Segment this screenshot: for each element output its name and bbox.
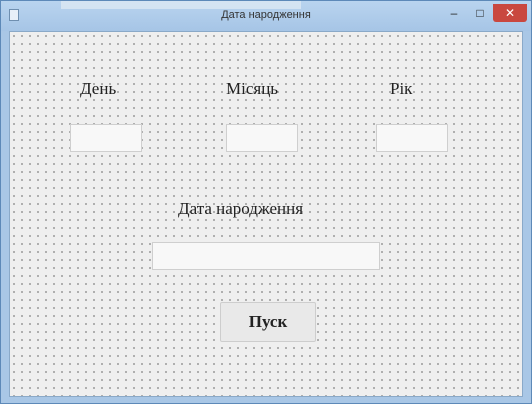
- minimize-button[interactable]: –: [441, 4, 467, 22]
- title-bar[interactable]: Дата народження – □ ✕: [1, 1, 531, 31]
- day-label: День: [80, 79, 117, 98]
- form-client-area: День Місяць Рік Дата народження Пуск: [9, 31, 523, 397]
- maximize-button[interactable]: □: [467, 4, 493, 22]
- title-bar-highlight: [61, 1, 301, 9]
- run-button[interactable]: Пуск: [220, 302, 316, 342]
- birth-date-output[interactable]: [152, 242, 380, 270]
- app-window: Дата народження – □ ✕ День Місяць Рік Да…: [0, 0, 532, 404]
- birth-date-label: Дата народження: [178, 199, 304, 218]
- year-input[interactable]: [376, 124, 448, 152]
- month-input[interactable]: [226, 124, 298, 152]
- day-input[interactable]: [70, 124, 142, 152]
- close-button[interactable]: ✕: [493, 4, 527, 22]
- year-label: Рік: [390, 79, 413, 98]
- month-label: Місяць: [226, 79, 279, 98]
